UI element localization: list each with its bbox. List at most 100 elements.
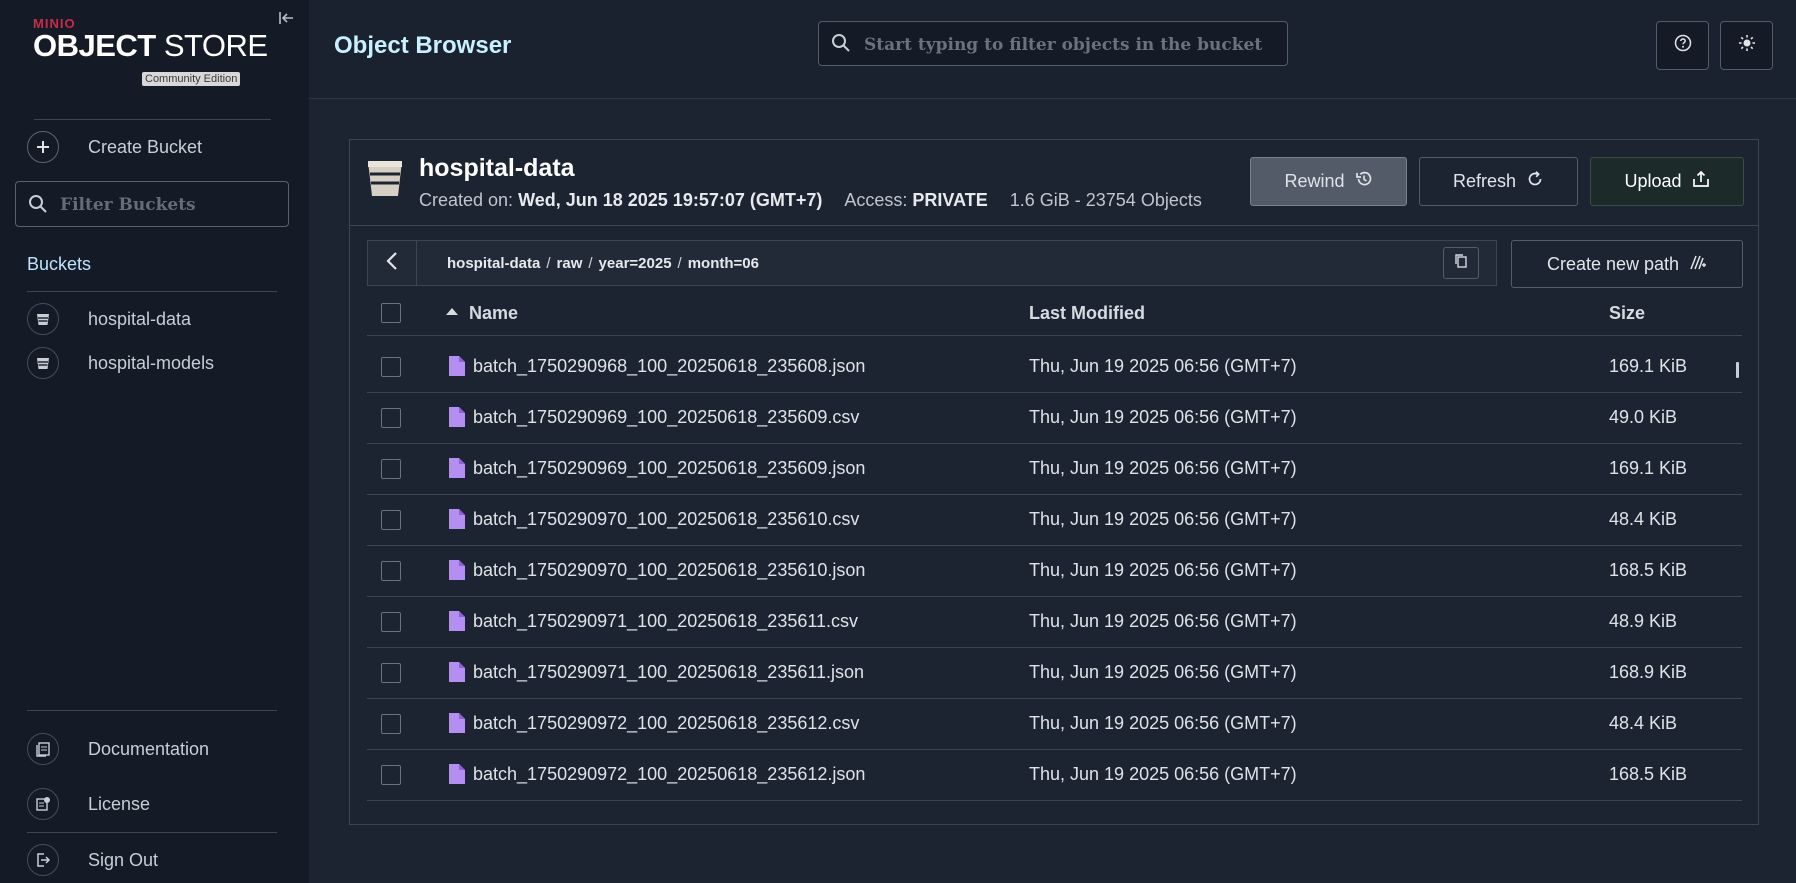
file-name: batch_1750290970_100_20250618_235610.jso… [473, 560, 866, 580]
select-all-checkbox[interactable] [381, 303, 401, 323]
file-name: batch_1750290971_100_20250618_235611.csv [473, 611, 859, 631]
minio-logo[interactable]: MINIO OBJECT STORE Community Edition [33, 16, 268, 86]
sidebar-divider [27, 710, 277, 711]
filter-buckets-field[interactable] [15, 181, 289, 228]
created-label: Created on: [419, 190, 519, 210]
table-row[interactable]: batch_1750290970_100_20250618_235610.jso… [367, 546, 1742, 597]
file-size: 48.9 KiB [1609, 611, 1678, 631]
sort-ascending-icon[interactable] [446, 308, 458, 315]
search-icon [28, 194, 48, 219]
upload-label: Upload [1624, 171, 1682, 191]
table-row[interactable]: batch_1750290968_100_20250618_235608.jso… [367, 342, 1742, 393]
sidebar-divider [34, 119, 271, 120]
refresh-label: Refresh [1452, 171, 1517, 191]
create-new-path-button[interactable]: Create new path [1511, 240, 1743, 288]
object-list: batch_1750290968_100_20250618_235608.jso… [367, 342, 1742, 801]
table-header: Name Last Modified Size [367, 290, 1742, 336]
row-checkbox[interactable] [381, 459, 401, 479]
file-modified: Thu, Jun 19 2025 06:56 (GMT+7) [1029, 509, 1297, 529]
breadcrumb-item[interactable]: hospital-data [447, 255, 540, 272]
sun-icon [1738, 34, 1756, 57]
column-header-size[interactable]: Size [1609, 303, 1645, 324]
refresh-button[interactable]: Refresh [1419, 157, 1578, 206]
file-size: 48.4 KiB [1609, 509, 1678, 529]
sidebar-item-label: Documentation [88, 739, 210, 759]
file-icon [449, 560, 465, 585]
file-name: batch_1750290969_100_20250618_235609.csv [473, 407, 860, 427]
license-icon [27, 788, 59, 820]
rewind-button[interactable]: Rewind [1250, 157, 1407, 206]
history-icon [1355, 170, 1373, 193]
file-name: batch_1750290972_100_20250618_235612.csv [473, 713, 860, 733]
file-name: batch_1750290972_100_20250618_235612.jso… [473, 764, 866, 784]
row-checkbox[interactable] [381, 714, 401, 734]
sign-out-icon [27, 844, 59, 876]
file-size: 168.9 KiB [1609, 662, 1688, 682]
refresh-icon [1526, 170, 1544, 193]
upload-icon [1692, 170, 1710, 193]
breadcrumb-item[interactable]: year=2025 [599, 255, 672, 272]
table-row[interactable]: batch_1750290969_100_20250618_235609.jso… [367, 444, 1742, 495]
file-size: 169.1 KiB [1609, 458, 1688, 478]
file-name: batch_1750290969_100_20250618_235609.jso… [473, 458, 866, 478]
table-row[interactable]: batch_1750290971_100_20250618_235611.csv… [367, 597, 1742, 648]
sidebar-item-label: License [88, 794, 151, 814]
column-header-last-modified[interactable]: Last Modified [1029, 303, 1145, 324]
sidebar-divider [27, 832, 277, 833]
table-row[interactable]: batch_1750290971_100_20250618_235611.jso… [367, 648, 1742, 699]
filter-buckets-input[interactable] [58, 182, 282, 228]
file-size: 48.4 KiB [1609, 713, 1678, 733]
table-row[interactable]: batch_1750290972_100_20250618_235612.jso… [367, 750, 1742, 801]
bucket-icon [366, 158, 404, 203]
row-checkbox[interactable] [381, 663, 401, 683]
file-modified: Thu, Jun 19 2025 06:56 (GMT+7) [1029, 764, 1297, 784]
path-breadcrumb-bar: hospital-data / raw / year=2025 / month=06 [367, 240, 1497, 286]
row-checkbox[interactable] [381, 765, 401, 785]
column-header-name[interactable]: Name [469, 303, 518, 324]
file-icon [449, 764, 465, 789]
help-icon [1674, 34, 1692, 57]
help-button[interactable] [1656, 21, 1709, 70]
sign-out-label: Sign Out [88, 850, 159, 870]
file-modified: Thu, Jun 19 2025 06:56 (GMT+7) [1029, 662, 1297, 682]
new-path-icon [1689, 254, 1707, 275]
back-button[interactable] [368, 241, 417, 285]
table-row[interactable]: batch_1750290970_100_20250618_235610.csv… [367, 495, 1742, 546]
access-value: PRIVATE [912, 190, 988, 210]
bucket-header: hospital-data Created on: Wed, Jun 18 20… [350, 140, 1758, 226]
row-checkbox[interactable] [381, 612, 401, 632]
top-header: Object Browser [309, 0, 1796, 99]
file-name: batch_1750290970_100_20250618_235610.csv [473, 509, 860, 529]
row-checkbox[interactable] [381, 510, 401, 530]
sidebar-divider [27, 291, 277, 292]
breadcrumb-separator: / [677, 255, 682, 272]
file-icon [449, 662, 465, 687]
search-icon [831, 33, 851, 58]
file-name: batch_1750290971_100_20250618_235611.jso… [473, 662, 865, 682]
file-modified: Thu, Jun 19 2025 06:56 (GMT+7) [1029, 560, 1297, 580]
file-modified: Thu, Jun 19 2025 06:56 (GMT+7) [1029, 356, 1297, 376]
edition-badge: Community Edition [142, 72, 241, 86]
plus-icon [27, 131, 59, 163]
breadcrumb-item[interactable]: month=06 [688, 255, 759, 272]
file-name: batch_1750290968_100_20250618_235608.jso… [473, 356, 866, 376]
row-checkbox[interactable] [381, 408, 401, 428]
table-row[interactable]: batch_1750290972_100_20250618_235612.csv… [367, 699, 1742, 750]
theme-toggle-button[interactable] [1720, 21, 1773, 70]
row-checkbox[interactable] [381, 357, 401, 377]
collapse-sidebar-icon[interactable] [277, 11, 297, 31]
object-search-input[interactable] [862, 22, 1276, 67]
row-checkbox[interactable] [381, 561, 401, 581]
chevron-left-icon [386, 251, 398, 276]
upload-button[interactable]: Upload [1590, 157, 1744, 206]
object-search-field[interactable] [818, 21, 1288, 67]
breadcrumb-item[interactable]: raw [557, 255, 583, 272]
copy-path-button[interactable] [1443, 247, 1479, 279]
buckets-heading: Buckets [27, 254, 92, 274]
file-icon [449, 509, 465, 534]
scrollbar-thumb[interactable] [1736, 362, 1739, 378]
file-modified: Thu, Jun 19 2025 06:56 (GMT+7) [1029, 713, 1297, 733]
sidebar: MINIO OBJECT STORE Community Edition Cre… [0, 0, 309, 883]
table-row[interactable]: batch_1750290969_100_20250618_235609.csv… [367, 393, 1742, 444]
created-value: Wed, Jun 18 2025 19:57:07 (GMT+7) [518, 190, 823, 210]
